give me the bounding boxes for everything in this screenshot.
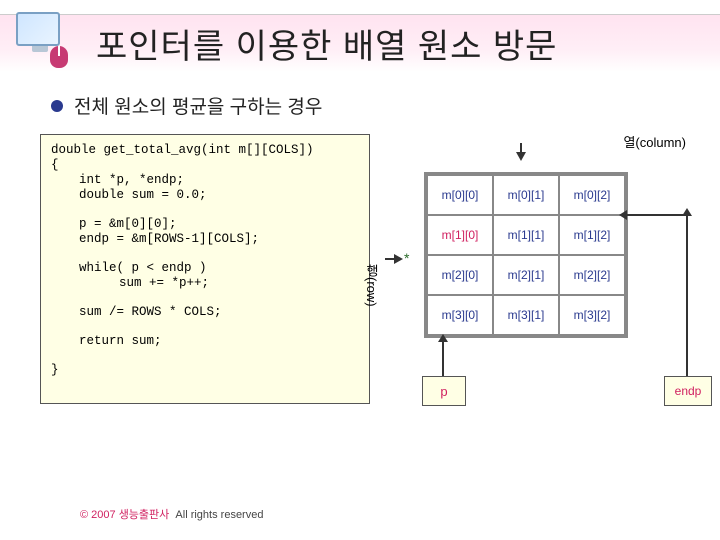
cell: m[3][1] — [493, 295, 559, 335]
code-line: sum /= ROWS * COLS; — [51, 305, 359, 320]
bullet-text: 전체 원소의 평균을 구하는 경우 — [74, 92, 322, 119]
cell: m[1][1] — [493, 215, 559, 255]
code-line: return sum; — [51, 334, 359, 349]
cell: m[0][0] — [427, 175, 493, 215]
mouse-icon — [50, 46, 68, 68]
code-line: double get_total_avg(int m[][COLS]) — [51, 143, 314, 157]
code-line: sum += *p++; — [51, 276, 359, 291]
footer-rights: All rights reserved — [175, 509, 263, 521]
arrow-up-icon — [686, 214, 688, 376]
cell: m[3][0] — [427, 295, 493, 335]
footer-copyright: © 2007 생능출판사 — [80, 509, 169, 521]
arrow-up-icon — [442, 340, 444, 376]
code-line: endp = &m[ROWS-1][COLS]; — [51, 232, 359, 247]
array-grid: m[0][0] m[0][1] m[0][2] m[1][0] m[1][1] … — [424, 172, 628, 338]
cell: m[0][1] — [493, 175, 559, 215]
cell: m[0][2] — [559, 175, 625, 215]
dereference-note: * — [404, 250, 409, 266]
footer: © 2007 생능출판사 All rights reserved — [80, 506, 263, 522]
column-axis-label: 열(column) — [623, 132, 686, 151]
bullet-dot-icon — [52, 101, 62, 111]
arrow-left-icon — [626, 214, 688, 216]
cell: m[2][1] — [493, 255, 559, 295]
title-bar: 포인터를 이용한 배열 원소 방문 — [0, 14, 720, 72]
array-diagram: 열(column) 행(row) * m[0][0] m[0][1] m[0][… — [376, 134, 712, 424]
slide-title: 포인터를 이용한 배열 원소 방문 — [96, 19, 557, 68]
pointer-endp-box: endp — [664, 376, 712, 406]
row-axis-label: 행(row) — [362, 264, 381, 307]
arrow-right-icon — [394, 254, 403, 264]
cell: m[3][2] — [559, 295, 625, 335]
code-block: double get_total_avg(int m[][COLS]) { in… — [40, 134, 370, 404]
bullet-row: 전체 원소의 평균을 구하는 경우 — [52, 92, 322, 119]
arrow-down-icon — [516, 152, 526, 161]
code-line: double sum = 0.0; — [51, 188, 359, 203]
cell: m[1][2] — [559, 215, 625, 255]
code-line: { — [51, 158, 59, 172]
code-line: } — [51, 363, 59, 377]
code-line: while( p < endp ) — [51, 261, 359, 276]
code-line: p = &m[0][0]; — [51, 217, 359, 232]
cell: m[2][0] — [427, 255, 493, 295]
code-line: int *p, *endp; — [51, 173, 359, 188]
cell: m[1][0] — [427, 215, 493, 255]
pointer-p-box: p — [422, 376, 466, 406]
cell: m[2][2] — [559, 255, 625, 295]
monitor-icon — [16, 12, 60, 46]
logo-icon — [10, 10, 70, 68]
